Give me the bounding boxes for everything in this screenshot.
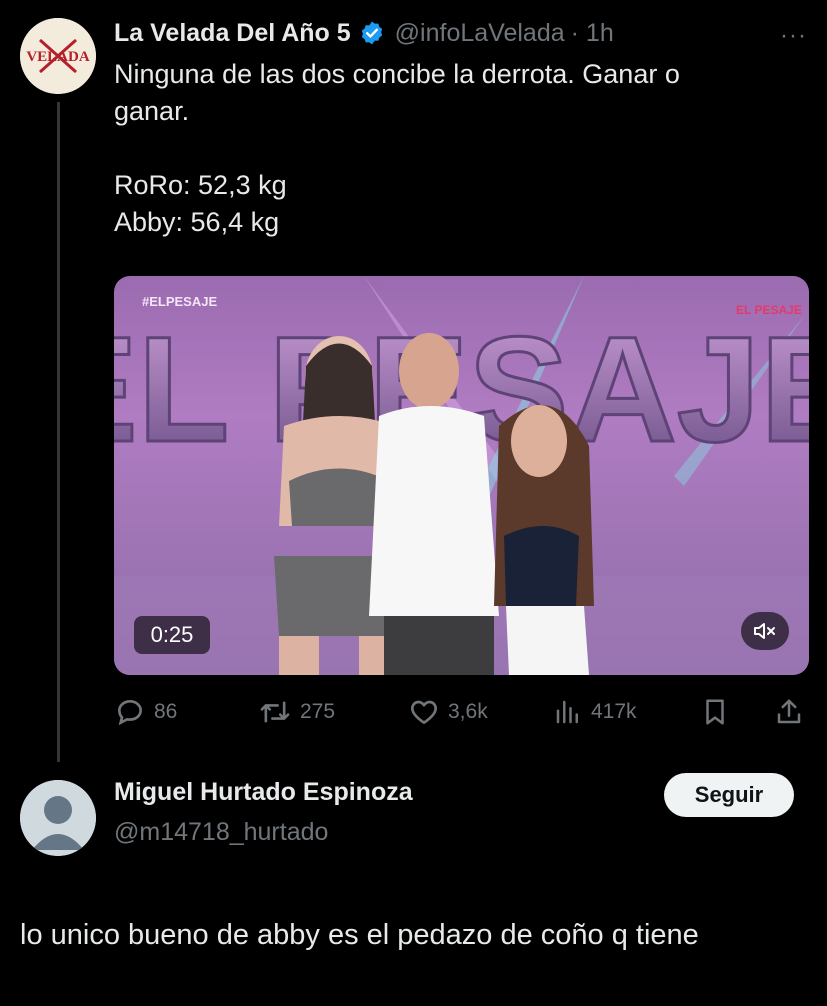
retweet-icon: [260, 701, 290, 723]
person-right: [494, 405, 594, 675]
share-action[interactable]: [774, 692, 804, 732]
reply-avatar[interactable]: [20, 780, 96, 856]
default-user-icon: [20, 780, 96, 856]
tweet-weight-line: Abby: 56,4 kg: [114, 207, 280, 237]
views-chart-icon: [556, 700, 578, 724]
tweet-body: Ninguna de las dos concibe la derrota. G…: [114, 56, 794, 241]
views-count: 417k: [591, 700, 637, 723]
corner-logo: EL PESAJE: [736, 303, 802, 317]
like-count: 3,6k: [448, 700, 488, 723]
follow-button[interactable]: Seguir: [664, 773, 794, 817]
video-player[interactable]: EL PESAJE #ELPESAJE EL PESAJE: [114, 276, 809, 675]
reply-action[interactable]: 86: [114, 692, 177, 732]
tweet-header: La Velada Del Año 5 @infoLaVelada · 1h: [114, 16, 614, 50]
video-frame: EL PESAJE #ELPESAJE EL PESAJE: [114, 276, 809, 675]
tweet-time[interactable]: · 1h: [571, 19, 614, 48]
reply-count: 86: [154, 700, 178, 723]
like-action[interactable]: 3,6k: [408, 692, 488, 732]
retweet-count: 275: [300, 700, 336, 723]
author-handle[interactable]: @infoLaVelada: [395, 19, 565, 48]
svg-text:VELADA: VELADA: [26, 49, 90, 65]
hashtag-overlay: #ELPESAJE: [142, 294, 217, 309]
more-options-icon[interactable]: ···: [780, 22, 807, 50]
bookmark-action[interactable]: [700, 692, 730, 732]
retweet-action[interactable]: 275: [258, 692, 335, 732]
reply-icon: [117, 699, 143, 726]
mute-button[interactable]: [741, 612, 789, 650]
views-action[interactable]: 417k: [553, 692, 637, 732]
heart-icon: [411, 700, 437, 724]
tweet-text-line: Ninguna de las dos concibe la derrota. G…: [114, 59, 680, 89]
speaker-muted-icon: [754, 623, 775, 639]
verified-badge-icon: [361, 21, 382, 45]
reply-author-handle[interactable]: @m14718_hurtado: [114, 818, 328, 847]
thread-line: [57, 102, 60, 762]
reply-text: lo unico bueno de abby es el pedazo de c…: [20, 919, 699, 951]
reply-author-name[interactable]: Miguel Hurtado Espinoza: [114, 778, 413, 807]
video-duration: 0:25: [134, 616, 210, 654]
author-avatar[interactable]: VELADA: [20, 18, 96, 94]
tweet-weight-line: RoRo: 52,3 kg: [114, 170, 287, 200]
velada-logo-icon: VELADA: [20, 18, 96, 94]
author-name[interactable]: La Velada Del Año 5: [114, 19, 351, 48]
bookmark-icon: [706, 699, 724, 725]
share-icon: [777, 699, 801, 724]
tweet-text-line: ganar.: [114, 96, 190, 126]
